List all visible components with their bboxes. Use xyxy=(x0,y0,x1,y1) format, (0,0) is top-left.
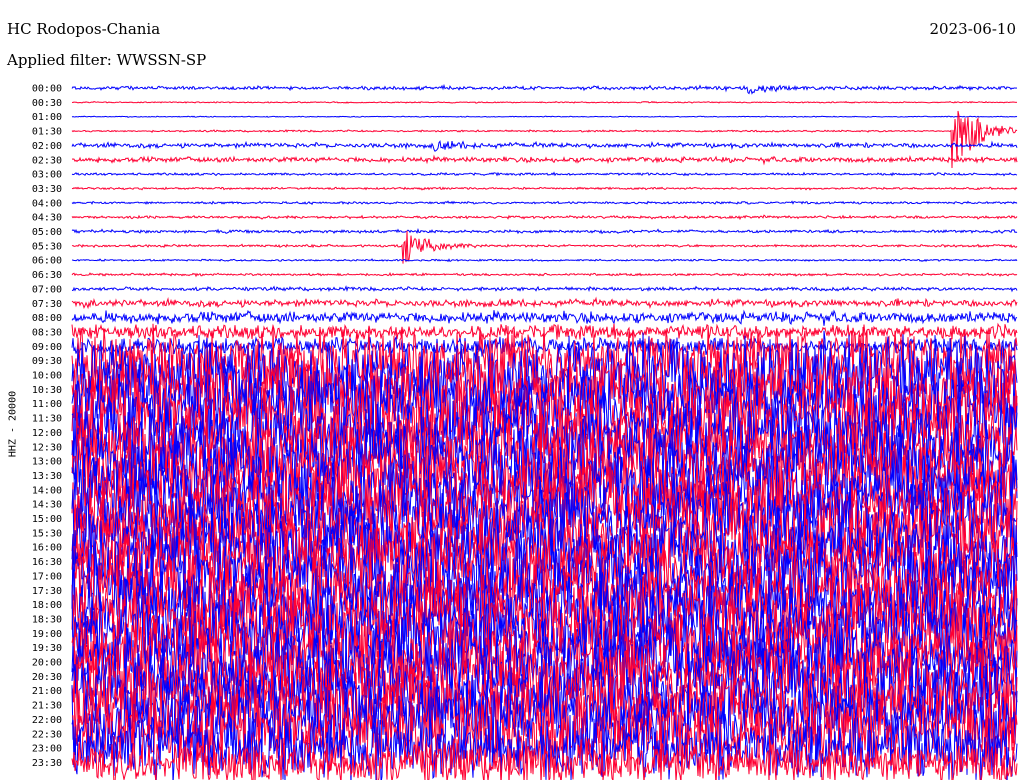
row-label-1300: 13:00 xyxy=(32,457,62,468)
helicorder-plot: 00:00 00:30 01:00 01:30 02:00 02:30 03:00 03:30… xyxy=(32,83,1018,780)
row-label-0400: 04:00 xyxy=(32,198,62,209)
row-label-1000: 10:00 xyxy=(32,371,62,382)
row-label-0630: 06:30 xyxy=(32,270,62,281)
trace-row-0000 xyxy=(71,83,1018,95)
row-label-2130: 21:30 xyxy=(32,701,62,712)
row-label-0730: 07:30 xyxy=(32,299,62,310)
row-label-0900: 09:00 xyxy=(32,342,62,353)
row-label-1600: 16:00 xyxy=(32,543,62,554)
row-label-0530: 05:30 xyxy=(32,241,62,252)
row-label-0300: 03:00 xyxy=(32,170,62,181)
row-label-1130: 11:30 xyxy=(32,414,62,425)
row-label-1400: 14:00 xyxy=(32,485,62,496)
row-label-1330: 13:30 xyxy=(32,471,62,482)
row-label-1800: 18:00 xyxy=(32,600,62,611)
trace-row-0600 xyxy=(71,258,1018,263)
row-label-1430: 14:30 xyxy=(32,500,62,511)
row-label-1700: 17:00 xyxy=(32,571,62,582)
row-label-0130: 01:30 xyxy=(32,127,62,138)
row-label-1930: 19:30 xyxy=(32,643,62,654)
row-label-2100: 21:00 xyxy=(32,686,62,697)
trace-row-0730 xyxy=(71,296,1018,310)
row-label-2230: 22:30 xyxy=(32,729,62,740)
row-label-1100: 11:00 xyxy=(32,399,62,410)
row-label-0500: 05:00 xyxy=(32,227,62,238)
row-label-2300: 23:00 xyxy=(32,744,62,755)
row-label-0030: 00:30 xyxy=(32,98,62,109)
row-label-1530: 15:30 xyxy=(32,528,62,539)
row-label-2200: 22:00 xyxy=(32,715,62,726)
trace-row-0300 xyxy=(71,171,1018,177)
row-label-0800: 08:00 xyxy=(32,313,62,324)
trace-row-0030 xyxy=(71,100,1018,104)
row-label-1630: 16:30 xyxy=(32,557,62,568)
row-label-0000: 00:00 xyxy=(32,84,62,95)
trace-row-0630 xyxy=(71,272,1018,278)
row-label-0830: 08:30 xyxy=(32,327,62,338)
trace-row-0200 xyxy=(71,140,1018,152)
row-label-1030: 10:30 xyxy=(32,385,62,396)
row-label-1500: 15:00 xyxy=(32,514,62,525)
trace-row-0230 xyxy=(71,154,1018,166)
row-label-1200: 12:00 xyxy=(32,428,62,439)
row-label-0930: 09:30 xyxy=(32,356,62,367)
trace-row-0130 xyxy=(71,110,1018,169)
trace-row-0800 xyxy=(71,309,1018,326)
trace-row-0500 xyxy=(71,228,1018,235)
row-label-0230: 02:30 xyxy=(32,155,62,166)
row-label-2030: 20:30 xyxy=(32,672,62,683)
trace-row-0700 xyxy=(71,285,1018,293)
trace-row-0330 xyxy=(71,186,1018,191)
trace-row-0100 xyxy=(71,115,1018,118)
row-label-2000: 20:00 xyxy=(32,658,62,669)
row-label-0100: 01:00 xyxy=(32,112,62,123)
row-label-1900: 19:00 xyxy=(32,629,62,640)
trace-row-0430 xyxy=(71,214,1018,221)
row-label-2330: 23:30 xyxy=(32,758,62,769)
row-label-1730: 17:30 xyxy=(32,586,62,597)
row-label-0430: 04:30 xyxy=(32,213,62,224)
row-label-0200: 02:00 xyxy=(32,141,62,152)
row-label-1830: 18:30 xyxy=(32,614,62,625)
trace-row-0400 xyxy=(71,200,1018,206)
trace-row-0530 xyxy=(71,230,1018,264)
row-label-1230: 12:30 xyxy=(32,442,62,453)
row-label-0600: 06:00 xyxy=(32,256,62,267)
row-labels-layer: 00:00 00:30 01:00 01:30 02:00 02:30 03:00 03:30… xyxy=(32,84,62,769)
traces-layer xyxy=(71,83,1018,780)
row-label-0330: 03:30 xyxy=(32,184,62,195)
row-label-0700: 07:00 xyxy=(32,284,62,295)
